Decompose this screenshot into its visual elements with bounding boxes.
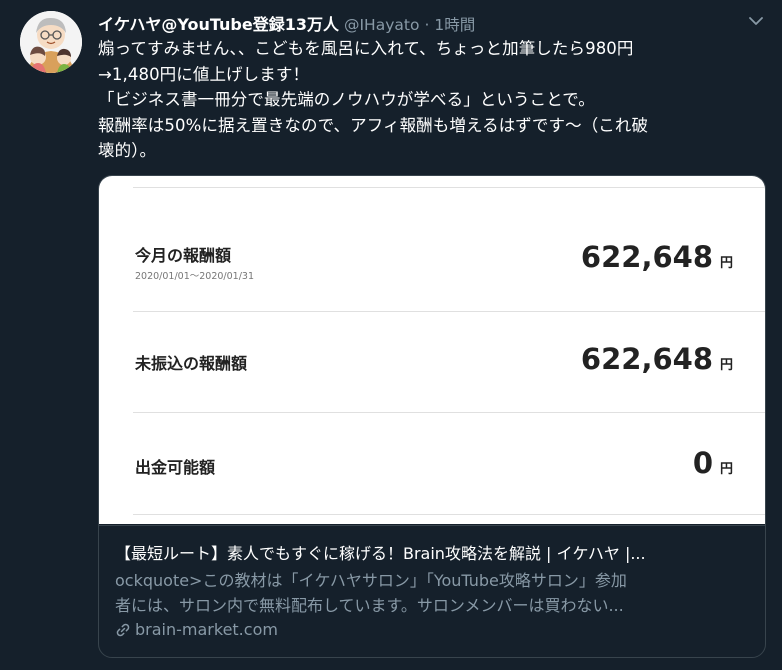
card-description-line: ockquote>この教材は「イケハヤサロン」「YouTube攻略サロン」参加 (115, 571, 627, 590)
link-icon (116, 623, 130, 636)
earnings-amount: 622,648 (580, 240, 713, 274)
tweet-text: 煽ってすみません、、こどもを風呂に入れて、ちょっと加筆したら980円 →1,48… (98, 36, 758, 164)
unpaid-row-label: 未振込の報酬額 (135, 354, 248, 373)
currency-unit: 円 (720, 462, 734, 477)
tweet-text-line: 壊的）。 (98, 141, 157, 160)
separator-dot: · (424, 16, 430, 34)
divider (133, 187, 765, 188)
earnings-date-range: 2020/01/01〜2020/01/31 (135, 271, 255, 282)
divider (133, 514, 765, 515)
tweet-header: イケハヤ@YouTube登録13万人 @IHayato · 1時間 (98, 11, 475, 35)
user-handle[interactable]: @IHayato (344, 16, 419, 34)
tweet-timestamp[interactable]: 1時間 (434, 13, 475, 35)
card-description: ockquote>この教材は「イケハヤサロン」「YouTube攻略サロン」参加 … (115, 568, 755, 618)
currency-unit: 円 (720, 358, 734, 373)
tweet-text-line: 「ビジネス書一冊分で最先端のノウハウが学べる」ということで。 (98, 90, 595, 109)
currency-unit: 円 (720, 256, 734, 271)
card-image-earnings: 今月の報酬額 2020/01/01〜2020/01/31 622,648 円 未… (99, 176, 765, 524)
unpaid-amount: 622,648 (580, 342, 713, 376)
divider (133, 311, 765, 312)
display-name[interactable]: イケハヤ@YouTube登録13万人 (98, 11, 339, 35)
card-description-line: 者には、サロン内で無料配布しています。サロンメンバーは買わない... (115, 596, 624, 615)
card-domain[interactable]: brain-market.com (115, 620, 278, 639)
withdrawable-amount: 0 (692, 446, 713, 480)
avatar[interactable] (20, 11, 82, 73)
tweet-text-line: 煽ってすみません、、こどもを風呂に入れて、ちょっと加筆したら980円 (98, 39, 634, 58)
tweet-text-line: 報酬率は50%に据え置きなので、アフィ報酬も増えるはずです〜（これ破 (98, 115, 649, 135)
chevron-down-icon[interactable] (748, 15, 764, 27)
tweet-text-line: →1,480円に値上げします！ (98, 64, 310, 84)
tweet[interactable]: イケハヤ@YouTube登録13万人 @IHayato · 1時間 煽ってすみま… (0, 0, 782, 670)
link-card[interactable]: 今月の報酬額 2020/01/01〜2020/01/31 622,648 円 未… (98, 175, 766, 658)
divider (133, 412, 765, 413)
withdrawable-row-label: 出金可能額 (135, 458, 216, 477)
avatar-illustration (20, 11, 82, 73)
card-title[interactable]: 【最短ルート】素人でもすぐに稼げる！Brain攻略法を解説 | イケハヤ |..… (115, 540, 755, 564)
earnings-row-label: 今月の報酬額 (135, 246, 232, 265)
card-domain-text: brain-market.com (135, 620, 278, 639)
card-info[interactable]: 【最短ルート】素人でもすぐに稼げる！Brain攻略法を解説 | イケハヤ |..… (99, 525, 765, 657)
